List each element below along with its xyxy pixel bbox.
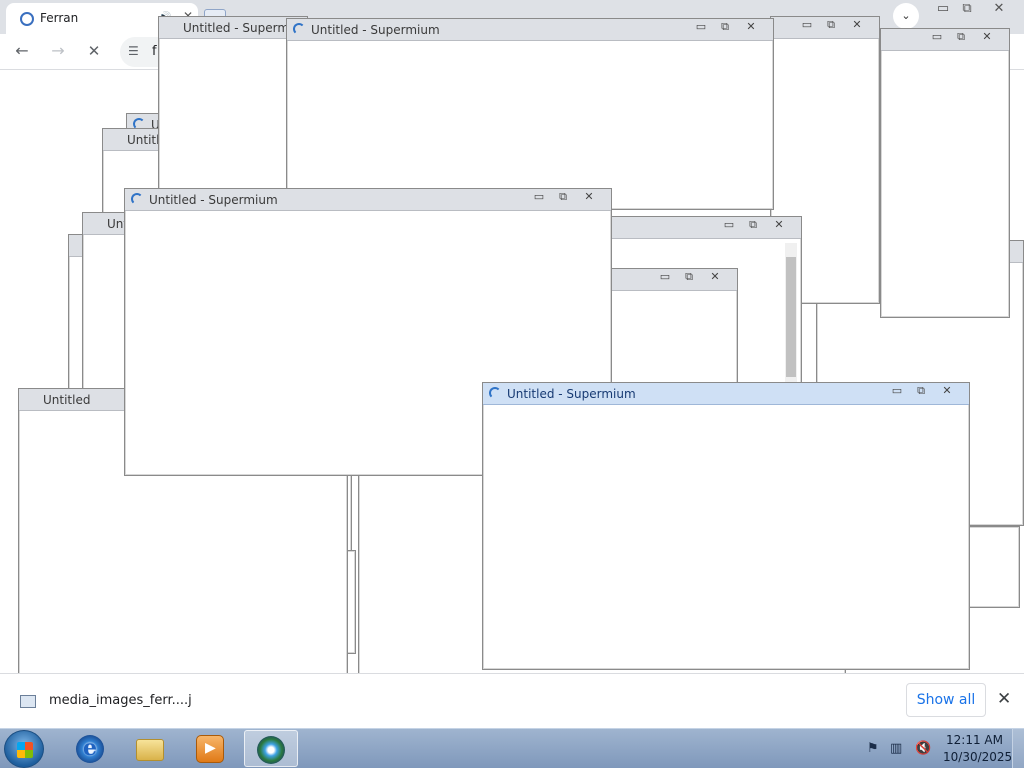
close-icon[interactable]: ✕	[977, 31, 997, 45]
taskbar-item-supermium[interactable]	[244, 730, 298, 767]
supermium-favicon-icon	[20, 12, 34, 26]
forward-arrow-icon[interactable]: →	[46, 40, 70, 64]
download-file-name[interactable]: media_images_ferr....j	[49, 693, 192, 708]
popup-title: Untitled - Supermium	[311, 23, 440, 37]
loading-spinner-icon	[293, 23, 305, 35]
popup-titlebar[interactable]: ▭ ⧉ ✕	[771, 17, 879, 39]
popup-window-active[interactable]: Untitled - Supermium ▭ ⧉ ✕	[482, 382, 970, 670]
window-close-button[interactable]: ✕	[984, 1, 1014, 19]
taskbar: ⚑ ▥ 🔇 12:11 AM 10/30/2025	[0, 728, 1024, 768]
clock-time[interactable]: 12:11 AM	[946, 733, 1003, 747]
network-icon[interactable]: ▥	[890, 741, 902, 756]
maximize-icon[interactable]: ⧉	[821, 19, 841, 33]
scrollbar-thumb[interactable]	[786, 257, 796, 377]
address-text[interactable]: f	[152, 44, 157, 59]
popup-titlebar[interactable]: Untitled - Supermium ▭ ⧉ ✕	[483, 383, 969, 405]
windows-logo-icon	[17, 742, 33, 758]
action-center-flag-icon[interactable]: ⚑	[867, 741, 879, 756]
media-player-icon	[196, 735, 224, 763]
start-button[interactable]	[4, 730, 44, 768]
popup-titlebar[interactable]: ▭ ⧉ ✕	[881, 29, 1009, 51]
tab-title: Ferran	[40, 11, 79, 25]
back-arrow-icon[interactable]: ←	[10, 40, 34, 64]
scrollbar[interactable]	[785, 243, 797, 383]
maximize-icon[interactable]: ⧉	[951, 31, 971, 45]
popup-titlebar[interactable]: ▭ ⧉ ✕	[601, 217, 801, 239]
popup-title: Untitled - Supermium	[149, 193, 278, 207]
taskbar-item-internet-explorer[interactable]	[64, 730, 118, 767]
show-all-button[interactable]: Show all	[906, 683, 986, 717]
popup-window[interactable]	[968, 526, 1020, 608]
popup-title: Untitled - Supermium	[507, 387, 636, 401]
popup-window[interactable]: Untitled - Supermium ▭ ⧉ ✕	[286, 18, 774, 210]
popup-title: Untitled - Supermiu	[183, 21, 300, 35]
maximize-icon[interactable]: ⧉	[743, 219, 763, 233]
supermium-icon	[257, 736, 285, 764]
popup-window[interactable]: ▭ ⧉ ✕	[600, 268, 738, 386]
maximize-icon[interactable]: ⧉	[911, 385, 931, 399]
taskbar-item-windows-explorer[interactable]	[124, 730, 178, 767]
minimize-icon[interactable]: ▭	[691, 21, 711, 35]
close-icon[interactable]: ✕	[937, 385, 957, 399]
popup-titlebar[interactable]: Untitled - Supermium ▭ ⧉ ✕	[125, 189, 611, 211]
loading-spinner-icon	[131, 193, 143, 205]
taskbar-item-media-player[interactable]	[184, 730, 238, 767]
download-shelf: media_images_ferr....j Show all ✕	[0, 673, 1024, 727]
popup-titlebar[interactable]: Untitled - Supermiu	[159, 17, 307, 39]
stop-loading-icon[interactable]: ✕	[82, 40, 106, 64]
maximize-icon[interactable]: ⧉	[553, 191, 573, 205]
volume-muted-icon[interactable]: 🔇	[915, 741, 931, 756]
minimize-icon[interactable]: ▭	[887, 385, 907, 399]
close-icon[interactable]: ✕	[769, 219, 789, 233]
close-icon[interactable]: ✕	[705, 271, 725, 285]
tune-icon[interactable]: ☰	[128, 44, 139, 58]
window-restore-button[interactable]: ⧉	[952, 1, 982, 19]
clock-date[interactable]: 10/30/2025	[943, 750, 1012, 764]
loading-spinner-icon	[489, 387, 501, 399]
popup-titlebar[interactable]: Untitled - Supermium ▭ ⧉ ✕	[287, 19, 773, 41]
close-icon[interactable]: ✕	[741, 21, 761, 35]
internet-explorer-icon	[76, 735, 104, 763]
close-icon[interactable]: ✕	[997, 689, 1011, 709]
popup-title: Untitl	[127, 133, 160, 147]
popup-titlebar[interactable]: ▭ ⧉ ✕	[601, 269, 737, 291]
maximize-icon[interactable]: ⧉	[679, 271, 699, 285]
show-desktop-button[interactable]	[1012, 729, 1024, 768]
minimize-icon[interactable]: ▭	[529, 191, 549, 205]
popup-window[interactable]: ▭ ⧉ ✕	[880, 28, 1010, 318]
maximize-icon[interactable]: ⧉	[715, 21, 735, 35]
minimize-icon[interactable]: ▭	[797, 19, 817, 33]
minimize-icon[interactable]: ▭	[655, 271, 675, 285]
minimize-icon[interactable]: ▭	[719, 219, 739, 233]
tab-search-chevron-down-icon[interactable]: ⌄	[893, 3, 919, 29]
minimize-icon[interactable]: ▭	[927, 31, 947, 45]
close-icon[interactable]: ✕	[847, 19, 867, 33]
folder-icon	[136, 739, 164, 761]
image-file-icon	[20, 695, 36, 708]
close-icon[interactable]: ✕	[579, 191, 599, 205]
popup-title: Untitled	[43, 393, 91, 407]
